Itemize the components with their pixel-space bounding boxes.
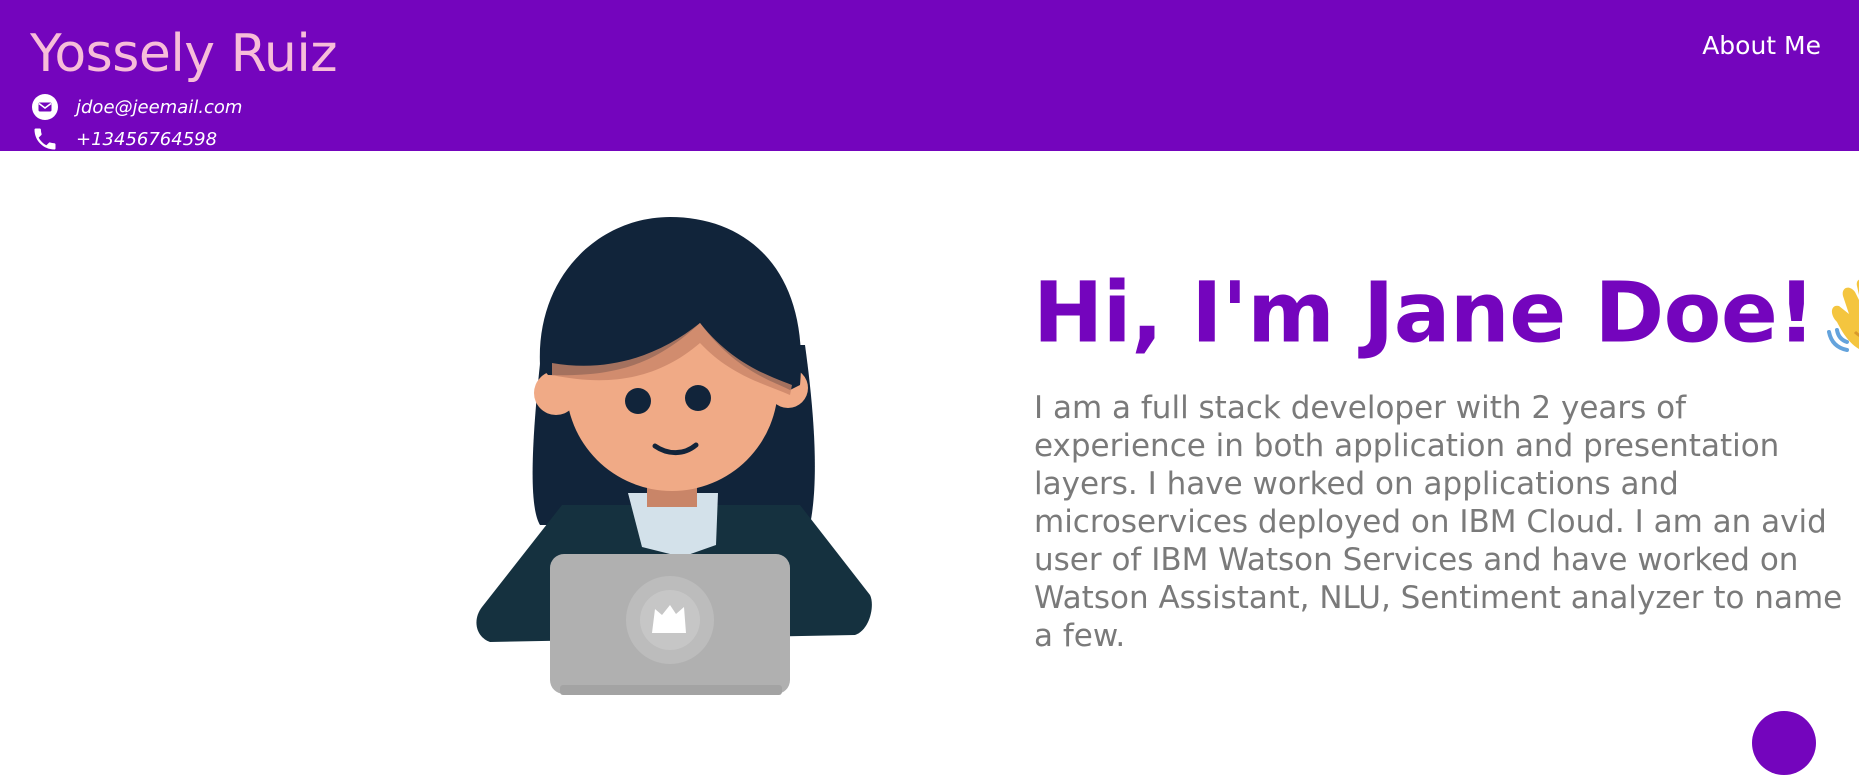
floating-action-button[interactable] <box>1752 711 1816 775</box>
hero-title: Hi, I'm Jane Doe! <box>1033 270 1859 367</box>
top-navbar: Yossely Ruiz jdoe@jeemail.com +134567645… <box>0 0 1859 151</box>
waving-hand-icon <box>1825 270 1859 367</box>
phone-icon <box>30 125 60 153</box>
hero-bio-text: I am a full stack developer with 2 years… <box>1034 390 1843 654</box>
contact-email-text[interactable]: jdoe@jeemail.com <box>76 97 242 118</box>
contact-phone-row: +13456764598 <box>30 125 217 153</box>
hero-title-text: Hi, I'm Jane Doe! <box>1033 263 1816 362</box>
developer-avatar-illustration <box>476 217 872 695</box>
site-brand-name[interactable]: Yossely Ruiz <box>30 28 338 80</box>
nav-about-me[interactable]: About Me <box>1702 31 1821 60</box>
envelope-icon <box>30 93 60 121</box>
contact-email-row: jdoe@jeemail.com <box>30 93 242 121</box>
contact-phone-text[interactable]: +13456764598 <box>76 129 217 150</box>
